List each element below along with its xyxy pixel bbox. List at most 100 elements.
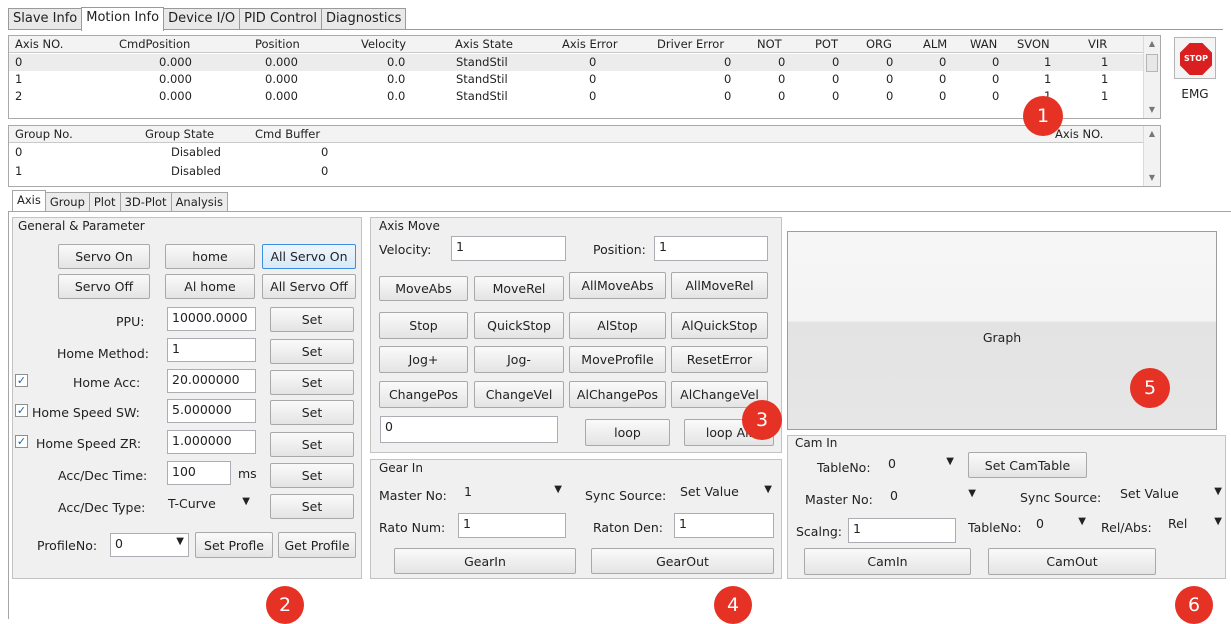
set-profile-button[interactable]: Set Profle	[195, 532, 273, 558]
set-home-method-button[interactable]: Set	[270, 339, 354, 364]
change-pos-button[interactable]: ChangePos	[379, 381, 468, 408]
axis-table-scrollbar[interactable]: ▲ ▼	[1143, 36, 1160, 118]
cam-sync-source-select[interactable]: Set Value ▼	[1116, 484, 1226, 508]
col-alm[interactable]: ALM	[923, 37, 947, 51]
emergency-stop-button[interactable]: STOP	[1174, 37, 1216, 79]
loop-button[interactable]: loop	[585, 419, 670, 446]
get-profile-button[interactable]: Get Profile	[278, 532, 356, 558]
tab-analysis[interactable]: Analysis	[170, 192, 228, 211]
set-home-acc-button[interactable]: Set	[270, 370, 354, 395]
col-group-axis-no[interactable]: Axis NO.	[1055, 127, 1103, 141]
col-driver-error[interactable]: Driver Error	[657, 37, 724, 51]
home-button[interactable]: home	[165, 244, 255, 269]
ratio-num-input[interactable]: 1	[458, 513, 566, 538]
set-ppu-button[interactable]: Set	[270, 307, 354, 332]
gear-sync-source-select[interactable]: Set Value ▼	[676, 482, 776, 506]
servo-on-button[interactable]: Servo On	[58, 244, 150, 269]
tab-plot[interactable]: Plot	[88, 192, 121, 211]
col-axis-error[interactable]: Axis Error	[562, 37, 618, 51]
group-table-scrollbar[interactable]: ▲ ▼	[1143, 126, 1160, 186]
home-method-input[interactable]: 1	[167, 338, 256, 362]
velocity-input[interactable]: 1	[451, 236, 566, 261]
home-speed-zr-input[interactable]: 1.000000	[167, 430, 256, 454]
home-speed-zr-checkbox[interactable]: ✓	[15, 435, 28, 448]
tab-diagnostics[interactable]: Diagnostics	[320, 8, 407, 30]
col-group-state[interactable]: Group State	[145, 127, 214, 141]
scroll-up-icon[interactable]: ▲	[1144, 37, 1160, 51]
home-acc-input[interactable]: 20.000000	[167, 369, 256, 393]
all-change-pos-button[interactable]: AlChangePos	[569, 381, 666, 408]
rel-abs-select[interactable]: Rel ▼	[1164, 514, 1226, 538]
col-velocity[interactable]: Velocity	[361, 37, 406, 51]
move-abs-button[interactable]: MoveAbs	[379, 276, 468, 301]
all-move-rel-button[interactable]: AllMoveRel	[671, 272, 768, 299]
all-stop-button[interactable]: AlStop	[569, 312, 666, 339]
set-home-speed-zr-button[interactable]: Set	[270, 432, 354, 457]
tab-group[interactable]: Group	[44, 192, 90, 211]
cam-out-button[interactable]: CamOut	[988, 548, 1156, 575]
position-input[interactable]: 1	[654, 236, 768, 261]
col-position[interactable]: Position	[255, 37, 300, 51]
col-cmd-buffer[interactable]: Cmd Buffer	[255, 127, 320, 141]
move-profile-button[interactable]: MoveProfile	[569, 346, 666, 373]
all-move-abs-button[interactable]: AllMoveAbs	[569, 272, 666, 299]
col-cmd-position[interactable]: CmdPosition	[119, 37, 190, 51]
col-svon[interactable]: SVON	[1017, 37, 1050, 51]
servo-off-button[interactable]: Servo Off	[58, 274, 150, 299]
move-rel-button[interactable]: MoveRel	[474, 276, 564, 301]
scroll-down-icon[interactable]: ▼	[1144, 103, 1160, 117]
cam-table-no2-select[interactable]: 0 ▼	[1032, 514, 1090, 538]
table-row[interactable]: 1 0.000 0.000 0.0 StandStil 0 0 0 0 0 0 …	[9, 71, 1160, 88]
col-group-no[interactable]: Group No.	[15, 127, 73, 141]
home-speed-sw-checkbox[interactable]: ✓	[15, 404, 28, 417]
gear-out-button[interactable]: GearOut	[591, 548, 774, 574]
acc-dec-type-select[interactable]: T-Curve ▼	[164, 494, 254, 518]
set-home-speed-sw-button[interactable]: Set	[270, 400, 354, 425]
cam-table-no-select[interactable]: 0 ▼	[884, 454, 958, 478]
tab-slave-info[interactable]: Slave Info	[8, 8, 83, 30]
cam-scaling-input[interactable]: 1	[848, 518, 956, 543]
ppu-input[interactable]: 10000.0000	[167, 307, 256, 331]
tab-3d-plot[interactable]: 3D-Plot	[119, 192, 172, 211]
set-acc-dec-time-button[interactable]: Set	[270, 463, 354, 488]
col-axis-state[interactable]: Axis State	[455, 37, 513, 51]
col-vir[interactable]: VIR	[1088, 37, 1107, 51]
tab-pid-control[interactable]: PID Control	[239, 8, 322, 30]
all-servo-on-button[interactable]: All Servo On	[262, 244, 356, 269]
tab-axis[interactable]: Axis	[12, 190, 46, 211]
gear-in-button[interactable]: GearIn	[394, 548, 576, 574]
all-quick-stop-button[interactable]: AlQuickStop	[671, 312, 768, 339]
table-row[interactable]: 2 0.000 0.000 0.0 StandStil 0 0 0 0 0 0 …	[9, 88, 1160, 105]
all-servo-off-button[interactable]: All Servo Off	[262, 274, 356, 299]
change-vel-button[interactable]: ChangeVel	[474, 381, 564, 408]
all-home-button[interactable]: Al home	[165, 274, 255, 299]
stop-button[interactable]: Stop	[379, 312, 468, 339]
col-org[interactable]: ORG	[866, 37, 892, 51]
acc-dec-time-input[interactable]: 100	[167, 461, 231, 485]
col-pot[interactable]: POT	[815, 37, 838, 51]
col-axis-no[interactable]: Axis NO.	[15, 37, 63, 51]
col-wan[interactable]: WAN	[970, 37, 997, 51]
cam-master-no-select[interactable]: 0 ▼	[886, 486, 980, 510]
home-acc-checkbox[interactable]: ✓	[15, 374, 28, 387]
scroll-down-icon[interactable]: ▼	[1144, 171, 1160, 185]
gear-master-no-select[interactable]: 1 ▼	[460, 482, 566, 506]
profile-no-select[interactable]: 0 ▼	[110, 533, 189, 557]
scroll-up-icon[interactable]: ▲	[1144, 127, 1160, 141]
home-speed-sw-input[interactable]: 5.000000	[167, 399, 256, 423]
cam-in-button[interactable]: CamIn	[804, 548, 971, 575]
ratio-den-input[interactable]: 1	[674, 513, 774, 538]
col-not[interactable]: NOT	[757, 37, 782, 51]
loop-count-input[interactable]: 0	[380, 416, 558, 443]
set-cam-table-button[interactable]: Set CamTable	[968, 452, 1087, 478]
quick-stop-button[interactable]: QuickStop	[474, 312, 564, 339]
scroll-thumb[interactable]	[1146, 54, 1158, 72]
tab-device-io[interactable]: Device I/O	[163, 8, 241, 30]
table-row[interactable]: 0 0.000 0.000 0.0 StandStil 0 0 0 0 0 0 …	[9, 54, 1160, 71]
jog-minus-button[interactable]: Jog-	[474, 346, 564, 373]
tab-motion-info[interactable]: Motion Info	[81, 7, 165, 31]
table-row[interactable]: 1 Disabled 0	[9, 163, 1160, 180]
jog-plus-button[interactable]: Jog+	[379, 346, 468, 373]
set-acc-dec-type-button[interactable]: Set	[270, 494, 354, 519]
table-row[interactable]: 0 Disabled 0	[9, 144, 1160, 161]
